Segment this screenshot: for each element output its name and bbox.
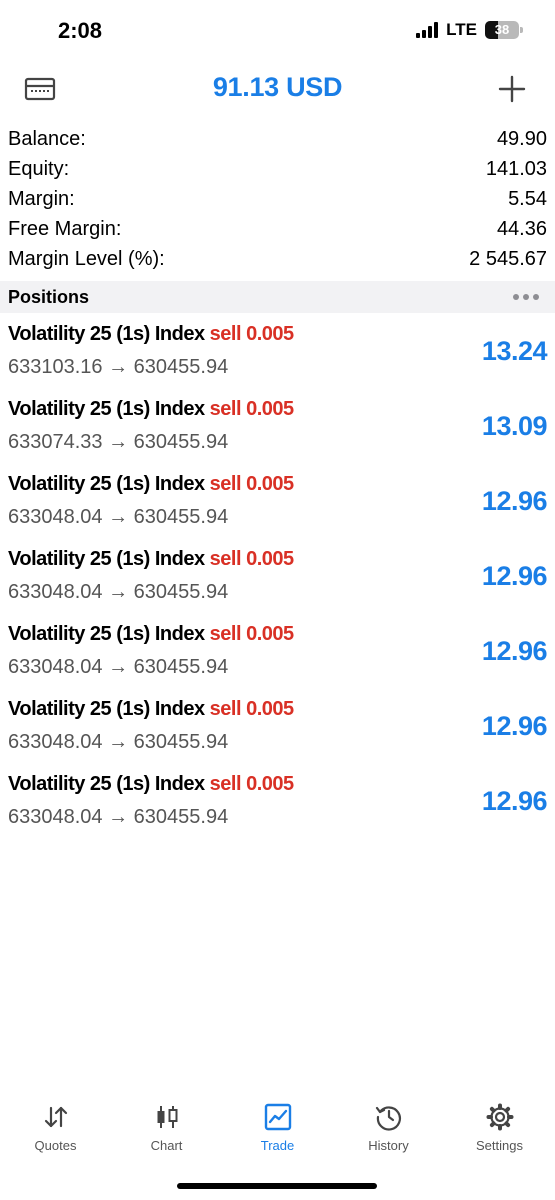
summary-label: Equity: [8, 157, 70, 180]
status-bar: 2:08 LTE 38 [0, 0, 555, 64]
position-profit: 12.96 [481, 636, 548, 666]
status-time: 2:08 [58, 18, 103, 43]
position-row[interactable]: Volatility 25 (1s) Index sell 0.005 6330… [0, 768, 555, 843]
position-side: sell 0.005 [209, 323, 294, 345]
tab-label: Settings [476, 1138, 523, 1153]
positions-title: Positions [8, 286, 90, 307]
position-prices: 633048.04 → 630455.94 [8, 656, 229, 678]
position-symbol: Volatility 25 (1s) Index [8, 623, 205, 645]
tab-history[interactable]: History [333, 1092, 444, 1162]
summary-row-free-margin: Free Margin: 44.36 [0, 214, 555, 244]
position-side: sell 0.005 [209, 698, 294, 720]
position-row[interactable]: Volatility 25 (1s) Index sell 0.005 6330… [0, 543, 555, 618]
position-profit: 13.09 [481, 411, 548, 441]
position-side: sell 0.005 [209, 773, 294, 795]
summary-value: 5.54 [508, 187, 547, 210]
battery-level: 38 [494, 22, 510, 37]
position-row[interactable]: Volatility 25 (1s) Index sell 0.005 6330… [0, 468, 555, 543]
positions-list: Volatility 25 (1s) Index sell 0.005 6331… [0, 318, 555, 843]
trade-header: 91.13 USD [0, 64, 555, 116]
position-side: sell 0.005 [209, 398, 294, 420]
position-profit: 13.24 [481, 336, 548, 366]
account-summary: Balance: 49.90 Equity: 141.03 Margin: 5.… [0, 124, 555, 274]
position-side: sell 0.005 [209, 473, 294, 495]
position-symbol: Volatility 25 (1s) Index [8, 323, 205, 345]
account-equity-title: 91.13 USD [212, 72, 343, 102]
summary-value: 44.36 [496, 217, 547, 240]
tab-settings[interactable]: Settings [444, 1092, 555, 1162]
tab-trade[interactable]: Trade [222, 1092, 333, 1162]
summary-label: Margin Level (%): [8, 247, 165, 270]
position-row[interactable]: Volatility 25 (1s) Index sell 0.005 6330… [0, 618, 555, 693]
position-side: sell 0.005 [209, 623, 294, 645]
network-type: LTE [446, 20, 477, 39]
position-side: sell 0.005 [209, 548, 294, 570]
status-indicators: LTE 38 [416, 20, 523, 40]
tab-chart[interactable]: Chart [111, 1092, 222, 1162]
summary-label: Balance: [8, 127, 86, 150]
position-profit: 12.96 [481, 561, 548, 591]
position-profit: 12.96 [481, 711, 548, 741]
history-clock-icon [375, 1106, 401, 1131]
position-prices: 633048.04 → 630455.94 [8, 581, 229, 603]
tab-quotes[interactable]: Quotes [0, 1092, 111, 1162]
position-prices: 633103.16 → 630455.94 [8, 356, 229, 378]
position-symbol: Volatility 25 (1s) Index [8, 548, 205, 570]
tab-label: Chart [150, 1138, 183, 1153]
position-row[interactable]: Volatility 25 (1s) Index sell 0.005 6331… [0, 318, 555, 393]
positions-section-header: Positions [0, 281, 555, 313]
tab-label: History [368, 1138, 409, 1153]
position-prices: 633074.33 → 630455.94 [8, 431, 229, 453]
position-profit: 12.96 [481, 786, 548, 816]
position-symbol: Volatility 25 (1s) Index [8, 773, 205, 795]
home-indicator[interactable] [177, 1183, 377, 1189]
quotes-arrows-icon [44, 1106, 67, 1128]
bottom-tab-bar: Quotes Chart Trade History Settings [0, 1092, 555, 1162]
tab-label: Trade [260, 1138, 295, 1153]
gear-icon [486, 1103, 513, 1131]
plus-icon[interactable] [497, 74, 527, 104]
position-prices: 633048.04 → 630455.94 [8, 731, 229, 753]
more-options-icon[interactable] [513, 294, 547, 300]
summary-row-equity: Equity: 141.03 [0, 154, 555, 184]
trade-chart-icon [264, 1103, 291, 1131]
position-prices: 633048.04 → 630455.94 [8, 806, 229, 828]
summary-value: 141.03 [485, 157, 547, 180]
position-prices: 633048.04 → 630455.94 [8, 506, 229, 528]
summary-row-margin-level: Margin Level (%): 2 545.67 [0, 244, 555, 274]
summary-value: 2 545.67 [469, 247, 547, 270]
summary-row-balance: Balance: 49.90 [0, 124, 555, 154]
candlestick-icon [157, 1106, 177, 1128]
summary-value: 49.90 [496, 127, 547, 150]
tab-label: Quotes [34, 1138, 77, 1153]
summary-row-margin: Margin: 5.54 [0, 184, 555, 214]
signal-icon [416, 22, 439, 38]
position-profit: 12.96 [481, 486, 548, 516]
battery-icon: 38 [485, 21, 523, 39]
summary-label: Free Margin: [8, 217, 122, 240]
position-symbol: Volatility 25 (1s) Index [8, 698, 205, 720]
position-symbol: Volatility 25 (1s) Index [8, 398, 205, 420]
position-symbol: Volatility 25 (1s) Index [8, 473, 205, 495]
position-row[interactable]: Volatility 25 (1s) Index sell 0.005 6330… [0, 393, 555, 468]
position-row[interactable]: Volatility 25 (1s) Index sell 0.005 6330… [0, 693, 555, 768]
summary-label: Margin: [8, 187, 75, 210]
